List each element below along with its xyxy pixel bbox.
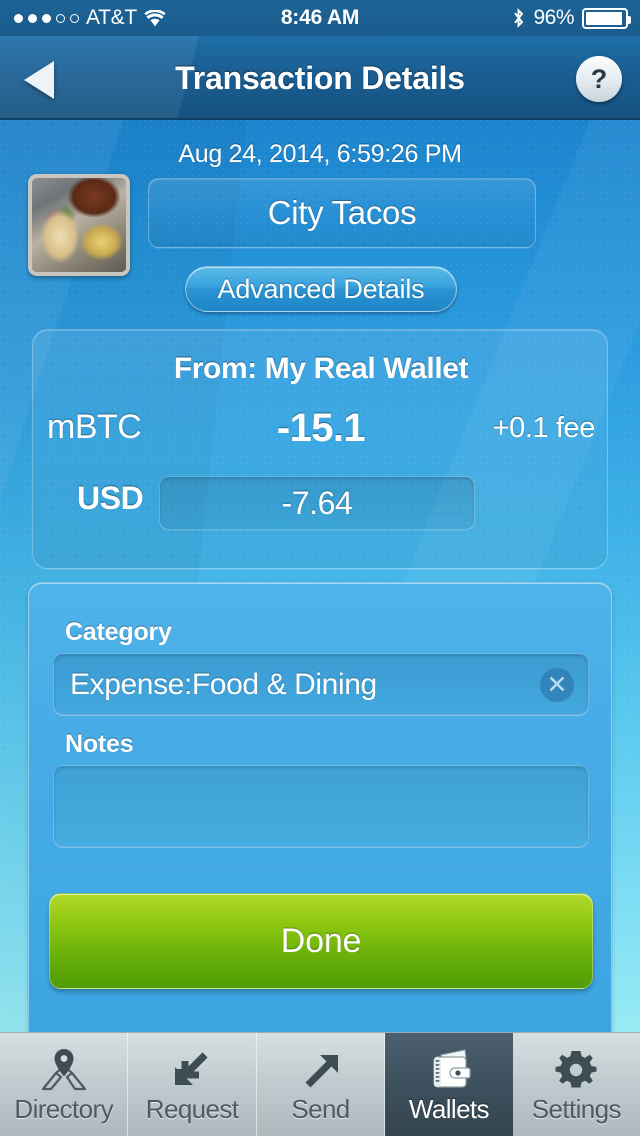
tab-settings[interactable]: Settings xyxy=(513,1033,640,1136)
battery-icon xyxy=(582,8,628,29)
fiat-amount-input[interactable]: -7.64 xyxy=(159,476,475,530)
content-area: Aug 24, 2014, 6:59:26 PM City Tacos Adva… xyxy=(0,122,640,1032)
clear-category-icon[interactable]: ✕ xyxy=(540,668,574,702)
map-pin-icon xyxy=(37,1045,91,1095)
tab-directory[interactable]: Directory xyxy=(0,1033,128,1136)
tab-wallets[interactable]: Wallets xyxy=(385,1033,512,1136)
fiat-amount-row: USD -7.64 xyxy=(33,476,609,530)
battery-percent-label: 96% xyxy=(533,6,574,30)
wallet-icon xyxy=(425,1045,473,1095)
status-bar-right: 96% xyxy=(512,0,628,36)
tab-send[interactable]: Send xyxy=(257,1033,385,1136)
btc-amount-row: mBTC -15.1 +0.1 fee xyxy=(33,408,609,460)
category-value: Expense:Food & Dining xyxy=(70,654,377,716)
status-bar: AT&T 8:46 AM 96% xyxy=(0,0,640,36)
arrow-up-right-icon xyxy=(298,1045,344,1095)
done-label: Done xyxy=(281,922,361,961)
clear-x-glyph: ✕ xyxy=(547,673,568,698)
navigation-bar: Transaction Details ? xyxy=(0,36,640,120)
notes-input[interactable] xyxy=(53,765,589,847)
wallet-source-label: From: My Real Wallet xyxy=(33,352,609,386)
payee-name-value: City Tacos xyxy=(268,194,417,232)
fiat-amount-value: -7.64 xyxy=(282,485,353,522)
wallet-amount-panel: From: My Real Wallet mBTC -15.1 +0.1 fee… xyxy=(32,329,608,569)
gear-icon xyxy=(553,1045,599,1095)
notes-label: Notes xyxy=(65,730,133,759)
bluetooth-icon xyxy=(512,8,525,28)
category-label: Category xyxy=(65,618,172,647)
payee-thumbnail[interactable] xyxy=(28,174,130,276)
done-button[interactable]: Done xyxy=(49,893,593,989)
category-input[interactable]: Expense:Food & Dining ✕ xyxy=(53,653,589,715)
tab-send-label: Send xyxy=(291,1094,349,1125)
advanced-details-label: Advanced Details xyxy=(218,274,425,305)
fiat-unit-label: USD xyxy=(77,480,143,517)
category-notes-card: Category Expense:Food & Dining ✕ Notes D… xyxy=(28,582,612,1069)
arrow-down-left-icon xyxy=(169,1045,215,1095)
tab-request-label: Request xyxy=(146,1094,239,1125)
food-photo-image xyxy=(32,178,126,272)
tab-wallets-label: Wallets xyxy=(409,1094,489,1125)
network-fee-label: +0.1 fee xyxy=(493,412,595,445)
tab-directory-label: Directory xyxy=(14,1094,113,1125)
tab-settings-label: Settings xyxy=(532,1094,621,1125)
page-title: Transaction Details xyxy=(0,36,640,120)
transaction-date: Aug 24, 2014, 6:59:26 PM xyxy=(0,140,640,169)
advanced-details-button[interactable]: Advanced Details xyxy=(185,266,457,312)
help-button[interactable]: ? xyxy=(576,56,622,102)
payee-name-input[interactable]: City Tacos xyxy=(148,178,536,248)
tab-bar: Directory Request Send xyxy=(0,1032,640,1136)
tab-request[interactable]: Request xyxy=(128,1033,256,1136)
question-mark-icon: ? xyxy=(591,64,608,95)
